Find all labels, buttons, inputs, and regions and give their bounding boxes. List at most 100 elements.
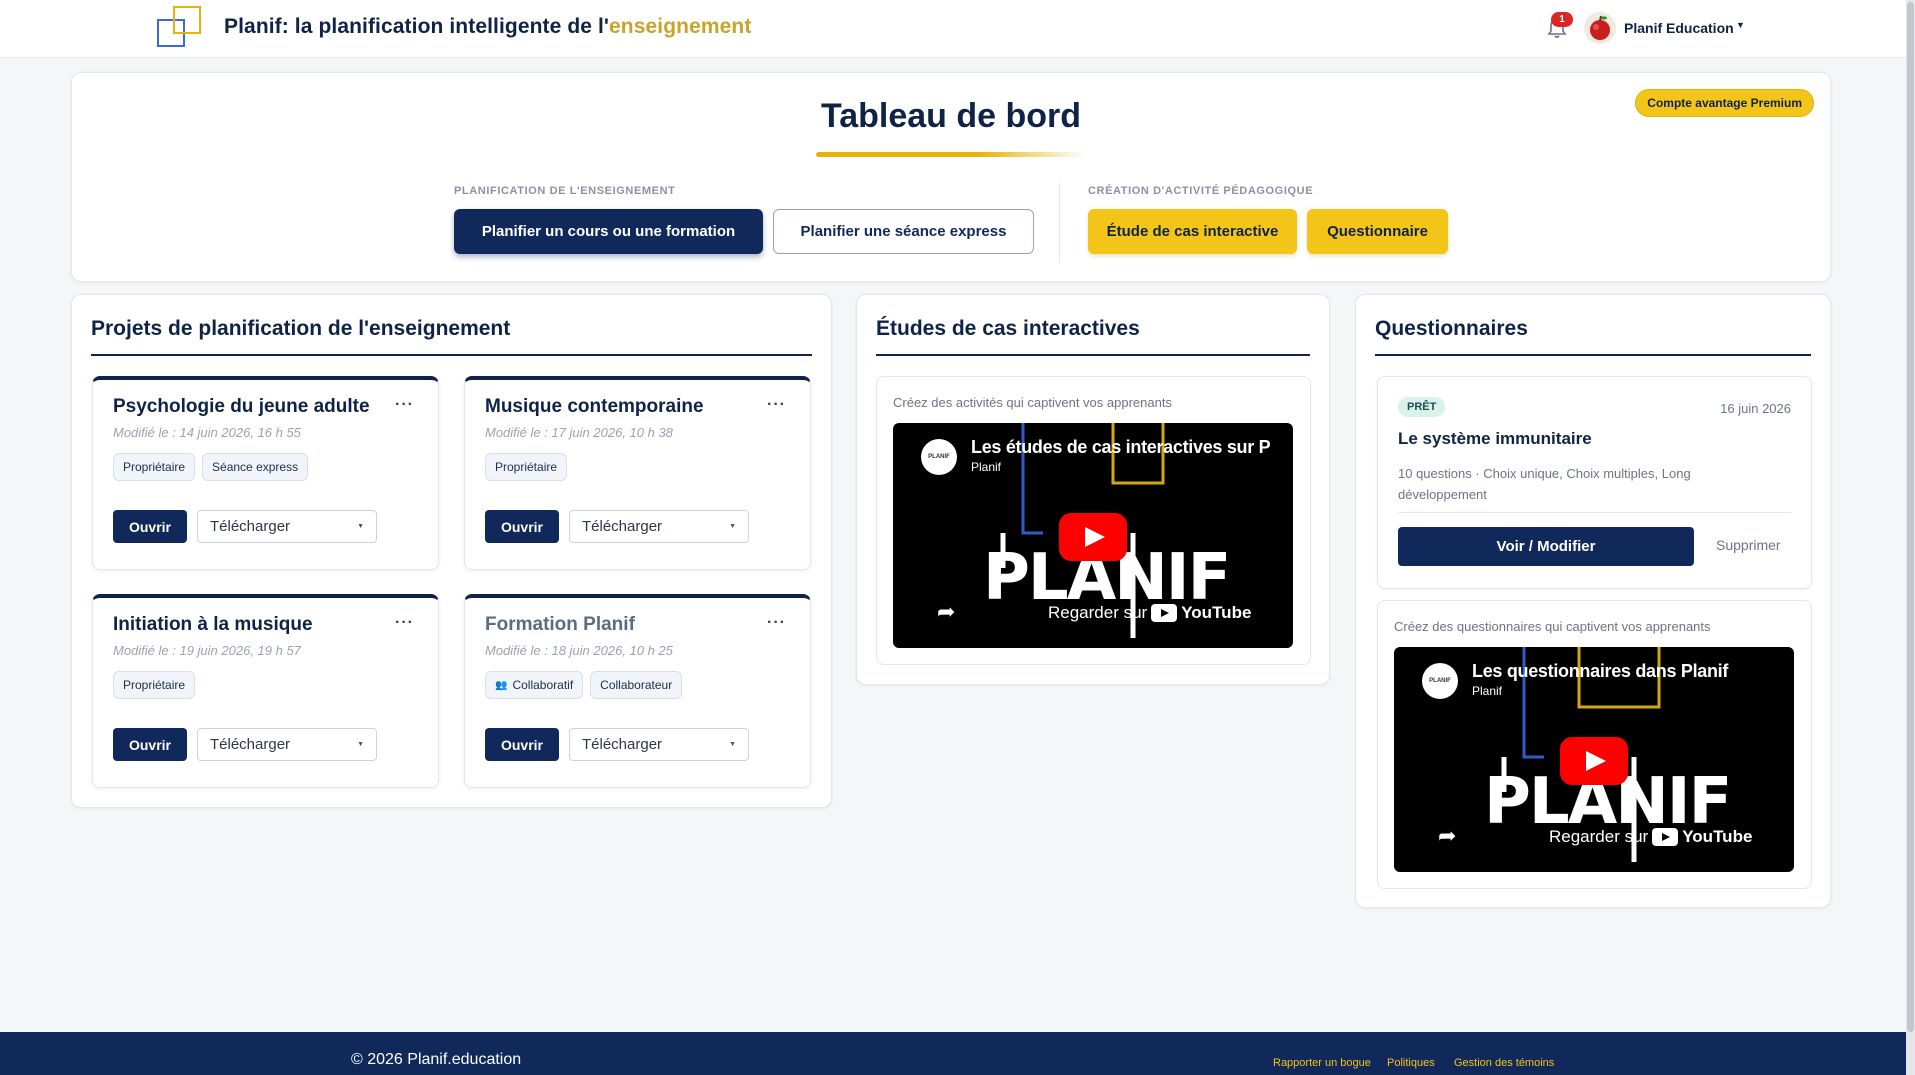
project-tags: Propriétaire <box>113 671 196 699</box>
delete-button[interactable]: Supprimer <box>1716 537 1781 553</box>
user-avatar[interactable] <box>1584 12 1616 44</box>
open-button[interactable]: Ouvrir <box>113 510 187 543</box>
download-select[interactable]: Télécharger ▼ <box>197 728 377 761</box>
project-card-psychologie[interactable]: Psychologie du jeune adulte ··· Modifié … <box>92 376 439 570</box>
project-modified-date: Modifié le : 14 juin 2026, 16 h 55 <box>113 425 301 440</box>
more-options-icon[interactable]: ··· <box>767 614 786 632</box>
project-card-initiation-musique[interactable]: Initiation à la musique ··· Modifié le :… <box>92 594 439 788</box>
apple-icon <box>1590 15 1610 40</box>
quiz-meta: 10 questions · Choix unique, Choix multi… <box>1398 466 1691 502</box>
plan-express-button[interactable]: Planifier une séance express <box>773 209 1034 254</box>
top-bar: Planif: la planification intelligente de… <box>0 0 1906 58</box>
tag-owner: Propriétaire <box>113 453 196 481</box>
quizzes-panel-rule <box>1375 354 1811 356</box>
video-channel[interactable]: Planif <box>1472 684 1502 698</box>
footer-link-cookies[interactable]: Gestion des témoins <box>1454 1057 1554 1069</box>
download-select[interactable]: Télécharger ▼ <box>569 728 749 761</box>
quiz-caption: Créez des questionnaires qui captivent v… <box>1394 619 1711 634</box>
video-channel[interactable]: Planif <box>971 460 1001 474</box>
open-button[interactable]: Ouvrir <box>485 728 559 761</box>
case-studies-panel-rule <box>876 354 1310 356</box>
chevron-down-icon[interactable]: ▼ <box>1736 20 1745 30</box>
project-title[interactable]: Formation Planif <box>485 614 635 636</box>
copyright: © 2026 Planif.education <box>351 1051 522 1068</box>
more-options-icon[interactable]: ··· <box>767 396 786 414</box>
user-name[interactable]: Planif Education <box>1624 20 1734 36</box>
share-icon[interactable]: ➦ <box>1438 823 1456 849</box>
users-icon: 👥 <box>495 679 508 691</box>
logo-yellow-square <box>173 6 201 34</box>
more-options-icon[interactable]: ··· <box>395 396 414 414</box>
watch-on-youtube[interactable]: Regarder sur YouTube <box>1549 827 1752 847</box>
chevron-down-icon: ▼ <box>357 741 364 748</box>
page-scrollbar[interactable] <box>1906 0 1915 1075</box>
project-title[interactable]: Psychologie du jeune adulte <box>113 396 370 418</box>
premium-badge: Compte avantage Premium <box>1635 89 1814 117</box>
quiz-divider <box>1398 512 1791 513</box>
channel-avatar[interactable]: PLANIF <box>1422 663 1458 699</box>
video-title[interactable]: Les études de cas interactives sur P <box>971 437 1271 458</box>
case-studies-panel-title: Études de cas interactives <box>876 317 1140 340</box>
watch-label: Regarder sur <box>1048 603 1148 622</box>
projects-panel-rule <box>91 354 812 356</box>
footer-link-policies[interactable]: Politiques <box>1387 1057 1435 1069</box>
open-button[interactable]: Ouvrir <box>485 510 559 543</box>
project-card-formation-planif[interactable]: Formation Planif ··· Modifié le : 18 jui… <box>464 594 811 788</box>
youtube-label: YouTube <box>1181 603 1252 622</box>
chevron-down-icon: ▼ <box>729 741 736 748</box>
planif-logo[interactable] <box>157 6 203 48</box>
quiz-video-box: Créez des questionnaires qui captivent v… <box>1377 600 1812 889</box>
quiz-card: PRÊT 16 juin 2026 Le système immunitaire… <box>1377 376 1812 589</box>
notification-badge: 1 <box>1551 12 1573 27</box>
quizzes-panel: Questionnaires PRÊT 16 juin 2026 Le syst… <box>1355 294 1831 908</box>
channel-avatar[interactable]: PLANIF <box>921 439 957 475</box>
project-title[interactable]: Musique contemporaine <box>485 396 704 418</box>
projects-panel-title: Projets de planification de l'enseigneme… <box>91 317 511 340</box>
video-title[interactable]: Les questionnaires dans Planif <box>1472 661 1728 682</box>
chevron-down-icon: ▼ <box>729 523 736 530</box>
quiz-button[interactable]: Questionnaire <box>1307 209 1448 254</box>
tag-collaborative-label: Collaboratif <box>512 678 574 692</box>
case-studies-panel: Études de cas interactives Créez des act… <box>856 294 1330 685</box>
project-modified-date: Modifié le : 18 juin 2026, 10 h 25 <box>485 643 673 658</box>
download-select-label: Télécharger <box>210 518 291 535</box>
quiz-date: 16 juin 2026 <box>1720 401 1791 416</box>
page-title: Tableau de bord <box>820 97 1082 135</box>
youtube-icon <box>1652 828 1679 846</box>
project-title[interactable]: Initiation à la musique <box>113 614 313 636</box>
share-icon[interactable]: ➦ <box>937 599 955 625</box>
project-card-musique-contemporaine[interactable]: Musique contemporaine ··· Modifié le : 1… <box>464 376 811 570</box>
project-tags: Propriétaire <box>485 453 568 481</box>
quiz-title: Le système immunitaire <box>1398 429 1592 448</box>
app-title-main: Planif: la planification intelligente de… <box>224 15 610 38</box>
more-options-icon[interactable]: ··· <box>395 614 414 632</box>
planning-section-label: PLANIFICATION DE L'ENSEIGNEMENT <box>454 185 676 197</box>
youtube-icon <box>1151 604 1178 622</box>
plan-course-button[interactable]: Planifier un cours ou une formation <box>454 209 763 254</box>
footer: © 2026 Planif.education Rapporter un bog… <box>0 1032 1906 1075</box>
hero-divider <box>1059 183 1060 263</box>
tag-collaborator: Collaborateur <box>590 671 683 699</box>
view-edit-button[interactable]: Voir / Modifier <box>1398 527 1694 566</box>
download-select[interactable]: Télécharger ▼ <box>569 510 749 543</box>
chevron-down-icon: ▼ <box>357 523 364 530</box>
youtube-label: YouTube <box>1682 827 1753 846</box>
watch-on-youtube[interactable]: Regarder sur YouTube <box>1048 603 1251 623</box>
tag-owner: Propriétaire <box>485 453 568 481</box>
play-icon[interactable] <box>1560 737 1628 785</box>
case-study-video[interactable]: PLANIF Les études de cas interactives su… <box>893 423 1293 648</box>
activity-section-label: CRÉATION D'ACTIVITÉ PÉDAGOGIQUE <box>1088 185 1314 197</box>
app-title-accent: enseignement <box>609 15 752 38</box>
quizzes-panel-title: Questionnaires <box>1375 317 1528 340</box>
tag-owner: Propriétaire <box>113 671 196 699</box>
case-study-caption: Créez des activités qui captivent vos ap… <box>893 395 1172 410</box>
play-icon[interactable] <box>1059 513 1127 561</box>
open-button[interactable]: Ouvrir <box>113 728 187 761</box>
title-underline <box>816 152 1086 157</box>
scrollbar-thumb[interactable] <box>1907 2 1914 1032</box>
quiz-video[interactable]: PLANIF Les questionnaires dans Planif Pl… <box>1394 647 1794 872</box>
download-select[interactable]: Télécharger ▼ <box>197 510 377 543</box>
case-study-button[interactable]: Étude de cas interactive <box>1088 209 1297 254</box>
download-select-label: Télécharger <box>210 736 291 753</box>
footer-link-report-bug[interactable]: Rapporter un bogue <box>1273 1057 1371 1069</box>
